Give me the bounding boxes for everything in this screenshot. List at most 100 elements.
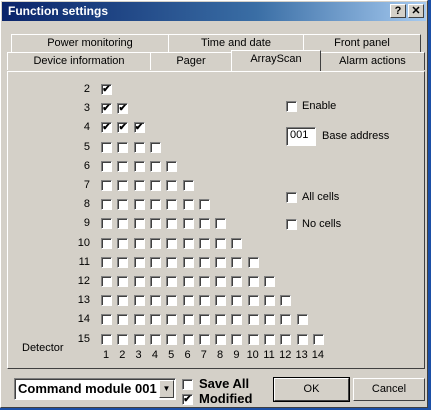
enable-checkbox[interactable] [286,101,297,112]
detector-cell-checkbox[interactable] [198,256,210,268]
help-button[interactable]: ? [390,4,406,18]
detector-cell-checkbox[interactable] [133,199,145,211]
detector-cell-checkbox[interactable] [247,256,259,268]
detector-cell-checkbox[interactable] [101,276,112,287]
detector-cell-checkbox[interactable] [101,141,112,153]
detector-cell-checkbox[interactable]: ✔ [101,84,112,95]
detector-cell-checkbox[interactable] [198,314,210,326]
cancel-button[interactable]: Cancel [353,378,425,401]
detector-cell-checkbox[interactable] [182,180,194,191]
save-all-checkbox[interactable] [182,379,193,390]
detector-cell-checkbox[interactable] [133,276,145,287]
detector-cell-checkbox[interactable] [133,333,145,345]
detector-cell-checkbox[interactable] [182,314,194,326]
close-button[interactable]: ✕ [408,4,424,18]
detector-cell-checkbox[interactable] [149,276,161,287]
detector-cell-checkbox[interactable] [264,295,275,307]
detector-cell-checkbox[interactable] [280,333,292,345]
detector-cell-checkbox[interactable] [101,160,112,172]
detector-cell-checkbox[interactable] [198,276,210,287]
detector-cell-checkbox[interactable] [215,237,227,249]
tab-device-information[interactable]: Device information [7,52,151,70]
no-cells-checkbox[interactable] [286,219,297,230]
detector-cell-checkbox[interactable] [280,314,292,326]
detector-cell-checkbox[interactable] [133,180,145,191]
detector-cell-checkbox[interactable] [296,333,308,345]
base-address-input[interactable]: 001 [286,127,316,146]
detector-cell-checkbox[interactable] [149,256,161,268]
detector-cell-checkbox[interactable] [215,333,227,345]
detector-cell-checkbox[interactable] [101,333,112,345]
modified-checkbox[interactable]: ✔ [182,394,193,405]
detector-cell-checkbox[interactable] [133,141,145,153]
detector-cell-checkbox[interactable] [166,295,178,307]
detector-cell-checkbox[interactable] [166,218,178,230]
detector-cell-checkbox[interactable] [149,199,161,211]
detector-cell-checkbox[interactable]: ✔ [101,122,112,134]
detector-cell-checkbox[interactable] [133,237,145,249]
detector-cell-checkbox[interactable] [198,333,210,345]
detector-cell-checkbox[interactable] [231,314,243,326]
detector-cell-checkbox[interactable] [117,160,129,172]
detector-cell-checkbox[interactable] [166,160,178,172]
ok-button[interactable]: OK [273,377,350,402]
detector-cell-checkbox[interactable]: ✔ [117,103,129,115]
detector-cell-checkbox[interactable] [198,295,210,307]
detector-cell-checkbox[interactable] [166,237,178,249]
detector-cell-checkbox[interactable] [149,314,161,326]
detector-cell-checkbox[interactable] [296,314,308,326]
detector-cell-checkbox[interactable] [101,295,112,307]
detector-cell-checkbox[interactable] [231,276,243,287]
detector-cell-checkbox[interactable] [231,256,243,268]
detector-cell-checkbox[interactable] [101,237,112,249]
detector-cell-checkbox[interactable] [247,314,259,326]
detector-cell-checkbox[interactable] [149,295,161,307]
detector-cell-checkbox[interactable] [133,256,145,268]
detector-cell-checkbox[interactable] [133,160,145,172]
detector-cell-checkbox[interactable] [280,295,292,307]
tab-arrayscan[interactable]: ArrayScan [231,50,321,71]
detector-cell-checkbox[interactable] [149,141,161,153]
tab-alarm-actions[interactable]: Alarm actions [320,52,425,70]
detector-cell-checkbox[interactable] [198,199,210,211]
detector-cell-checkbox[interactable] [166,180,178,191]
detector-cell-checkbox[interactable] [133,314,145,326]
detector-cell-checkbox[interactable] [166,276,178,287]
detector-cell-checkbox[interactable] [149,160,161,172]
detector-cell-checkbox[interactable] [149,218,161,230]
detector-cell-checkbox[interactable] [101,180,112,191]
detector-cell-checkbox[interactable] [117,218,129,230]
detector-cell-checkbox[interactable] [182,333,194,345]
detector-cell-checkbox[interactable] [117,333,129,345]
detector-cell-checkbox[interactable] [247,333,259,345]
title-bar[interactable]: Function settings ? ✕ [2,2,426,21]
detector-cell-checkbox[interactable] [117,237,129,249]
detector-cell-checkbox[interactable] [101,218,112,230]
detector-cell-checkbox[interactable] [215,314,227,326]
detector-cell-checkbox[interactable] [117,199,129,211]
detector-cell-checkbox[interactable] [264,276,275,287]
detector-cell-checkbox[interactable] [133,218,145,230]
detector-cell-checkbox[interactable] [117,314,129,326]
detector-cell-checkbox[interactable] [215,295,227,307]
detector-cell-checkbox[interactable] [117,256,129,268]
tab-pager[interactable]: Pager [150,52,232,70]
detector-cell-checkbox[interactable] [101,256,112,268]
detector-cell-checkbox[interactable] [101,314,112,326]
detector-cell-checkbox[interactable] [231,333,243,345]
detector-cell-checkbox[interactable] [166,199,178,211]
detector-cell-checkbox[interactable]: ✔ [133,122,145,134]
detector-cell-checkbox[interactable] [247,295,259,307]
detector-cell-checkbox[interactable] [166,314,178,326]
detector-cell-checkbox[interactable]: ✔ [117,122,129,134]
detector-cell-checkbox[interactable] [231,295,243,307]
all-cells-checkbox[interactable] [286,192,297,203]
detector-cell-checkbox[interactable] [231,237,243,249]
detector-cell-checkbox[interactable] [312,333,324,345]
detector-cell-checkbox[interactable] [101,199,112,211]
detector-cell-checkbox[interactable] [117,141,129,153]
detector-cell-checkbox[interactable] [264,314,275,326]
detector-cell-checkbox[interactable] [264,333,275,345]
detector-cell-checkbox[interactable] [182,199,194,211]
detector-cell-checkbox[interactable] [247,276,259,287]
